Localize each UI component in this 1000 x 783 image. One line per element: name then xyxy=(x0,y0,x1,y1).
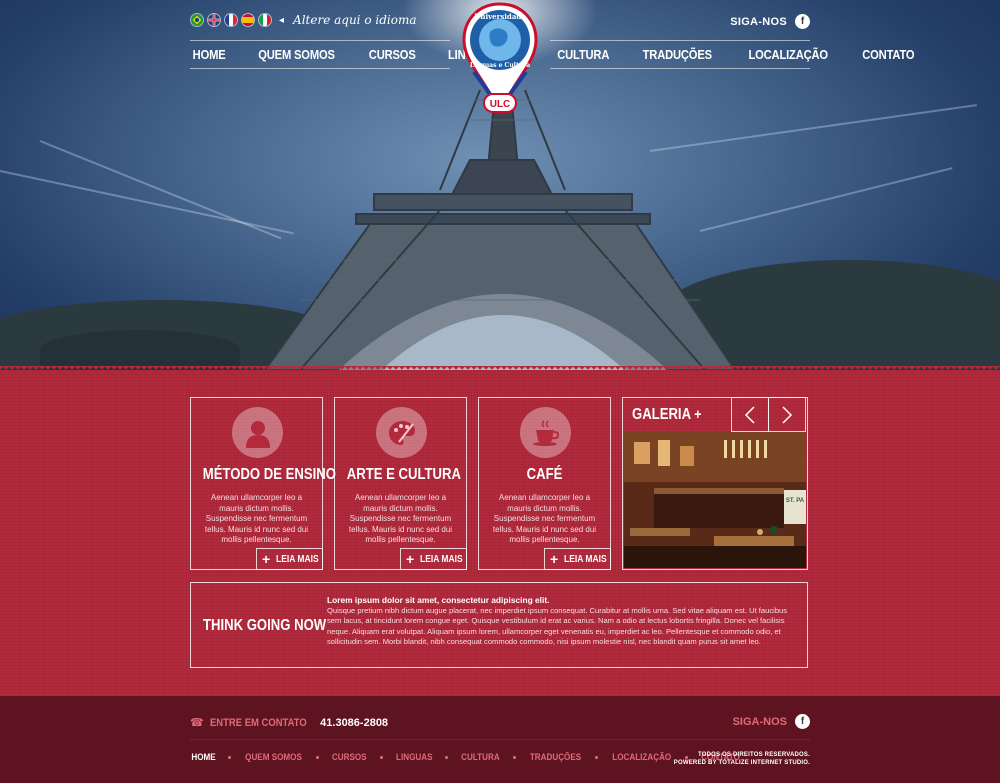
plus-icon: + xyxy=(262,551,271,567)
footer-nav-cursos[interactable]: CURSOS xyxy=(332,752,367,762)
gallery-title[interactable]: GALERIA + xyxy=(632,406,701,424)
plus-icon: + xyxy=(550,551,559,567)
gallery-image[interactable]: ST. PA xyxy=(624,432,806,568)
gallery-panel: GALERIA + ST. PA xyxy=(622,397,808,570)
footer-nav-quem-somos[interactable]: QUEM SOMOS xyxy=(245,752,302,762)
nav-localizacao[interactable]: LOCALIZAÇÃO xyxy=(748,47,828,62)
language-hint-arrow-icon: ◂ xyxy=(279,14,285,26)
footer-contact: ☎ ENTRE EM CONTATO 41.3086-2808 xyxy=(190,716,389,730)
coffee-cup-icon xyxy=(520,407,571,458)
phone-number: 41.3086-2808 xyxy=(320,716,389,729)
plus-icon: + xyxy=(694,406,702,423)
copyright: TODOS OS DIREITOS RESERVADOS. POWERED BY… xyxy=(673,752,810,766)
card-title: MÉTODO DE ENSINO xyxy=(202,466,336,483)
think-title: THINK GOING NOW xyxy=(203,617,327,634)
nav-traducoes[interactable]: TRADUÇÕES xyxy=(643,47,712,62)
main-nav-left: HOME QUEM SOMOS CURSOS LINGUAS xyxy=(190,40,497,68)
nav-contato[interactable]: CONTATO xyxy=(863,47,915,62)
phone-icon: ☎ xyxy=(190,717,204,729)
card-text: Aenean ullamcorper leo a mauris dictum m… xyxy=(204,493,309,544)
italy-flag-icon[interactable] xyxy=(258,13,272,27)
social-label: SIGA-NOS xyxy=(730,15,787,28)
chevron-right-icon xyxy=(782,405,793,424)
footer-nav-linguas[interactable]: LINGUAS xyxy=(396,752,432,762)
nav-cultura[interactable]: CULTURA xyxy=(557,47,609,62)
gallery-next-button[interactable] xyxy=(768,397,806,432)
read-more-button[interactable]: + LEIA MAIS xyxy=(256,548,323,570)
card-metodo-de-ensino: MÉTODO DE ENSINO Aenean ullamcorper leo … xyxy=(190,397,336,570)
footer-nav-localizacao[interactable]: LOCALIZAÇÃO xyxy=(612,752,671,762)
palette-icon xyxy=(376,407,427,458)
contact-label[interactable]: ENTRE EM CONTATO xyxy=(210,717,307,729)
uk-flag-icon[interactable] xyxy=(207,13,221,27)
facebook-icon[interactable]: f xyxy=(795,714,810,729)
language-selector: ◂ Altere aqui o idioma xyxy=(190,13,416,27)
card-title: CAFÉ xyxy=(526,466,563,483)
footer-nav-traducoes[interactable]: TRADUÇÕES xyxy=(530,752,581,762)
facebook-icon[interactable]: f xyxy=(795,14,810,29)
ulc-logo[interactable]: Universidade Linguas e Cultura ULC xyxy=(460,2,540,118)
card-text: Aenean ullamcorper leo a mauris dictum m… xyxy=(348,493,453,544)
plus-icon: + xyxy=(406,551,415,567)
think-body: Quisque pretium nibh dictum augue placer… xyxy=(327,605,788,647)
hero-banner: ◂ Altere aqui o idioma SIGA-NOS f HOME Q… xyxy=(0,0,1000,370)
footer-nav-cultura[interactable]: CULTURA xyxy=(461,752,500,762)
chevron-left-icon xyxy=(744,405,755,424)
footer-nav-home[interactable]: HOME xyxy=(191,752,215,762)
pub-sign-text: ST. PA xyxy=(786,498,805,504)
language-hint: Altere aqui o idioma xyxy=(293,13,417,27)
think-text: Lorem ipsum dolor sit amet, consectetur … xyxy=(327,595,793,648)
brazil-flag-icon[interactable] xyxy=(190,13,204,27)
card-cafe: CAFÉ Aenean ullamcorper leo a mauris dic… xyxy=(478,397,611,570)
logo-ring-bottom: Linguas e Cultura xyxy=(470,62,530,69)
read-more-button[interactable]: + LEIA MAIS xyxy=(400,548,467,570)
social-top: SIGA-NOS f xyxy=(730,14,810,29)
card-text: Aenean ullamcorper leo a mauris dictum m… xyxy=(492,493,597,544)
spain-flag-icon[interactable] xyxy=(241,13,255,27)
logo-ring-top: Universidade xyxy=(474,12,526,21)
nav-quem-somos[interactable]: QUEM SOMOS xyxy=(258,47,335,62)
think-going-now-panel: THINK GOING NOW Lorem ipsum dolor sit am… xyxy=(190,582,808,668)
france-flag-icon[interactable] xyxy=(224,13,238,27)
footer-nav: HOME QUEM SOMOS CURSOS LINGUAS CULTURA T… xyxy=(190,752,742,762)
footer-social-label: SIGA-NOS xyxy=(732,715,787,728)
user-icon xyxy=(232,407,283,458)
social-bottom: SIGA-NOS f xyxy=(733,714,810,729)
logo-abbr: ULC xyxy=(490,99,511,110)
card-title: ARTE E CULTURA xyxy=(346,466,461,483)
card-arte-e-cultura: ARTE E CULTURA Aenean ullamcorper leo a … xyxy=(334,397,467,570)
nav-cursos[interactable]: CURSOS xyxy=(369,47,416,62)
read-more-button[interactable]: + LEIA MAIS xyxy=(544,548,611,570)
main-nav-right: CULTURA TRADUÇÕES LOCALIZAÇÃO CONTATO xyxy=(553,40,915,68)
gallery-prev-button[interactable] xyxy=(731,397,769,432)
nav-home[interactable]: HOME xyxy=(193,47,226,62)
think-lead: Lorem ipsum dolor sit amet, consectetur … xyxy=(327,595,550,605)
